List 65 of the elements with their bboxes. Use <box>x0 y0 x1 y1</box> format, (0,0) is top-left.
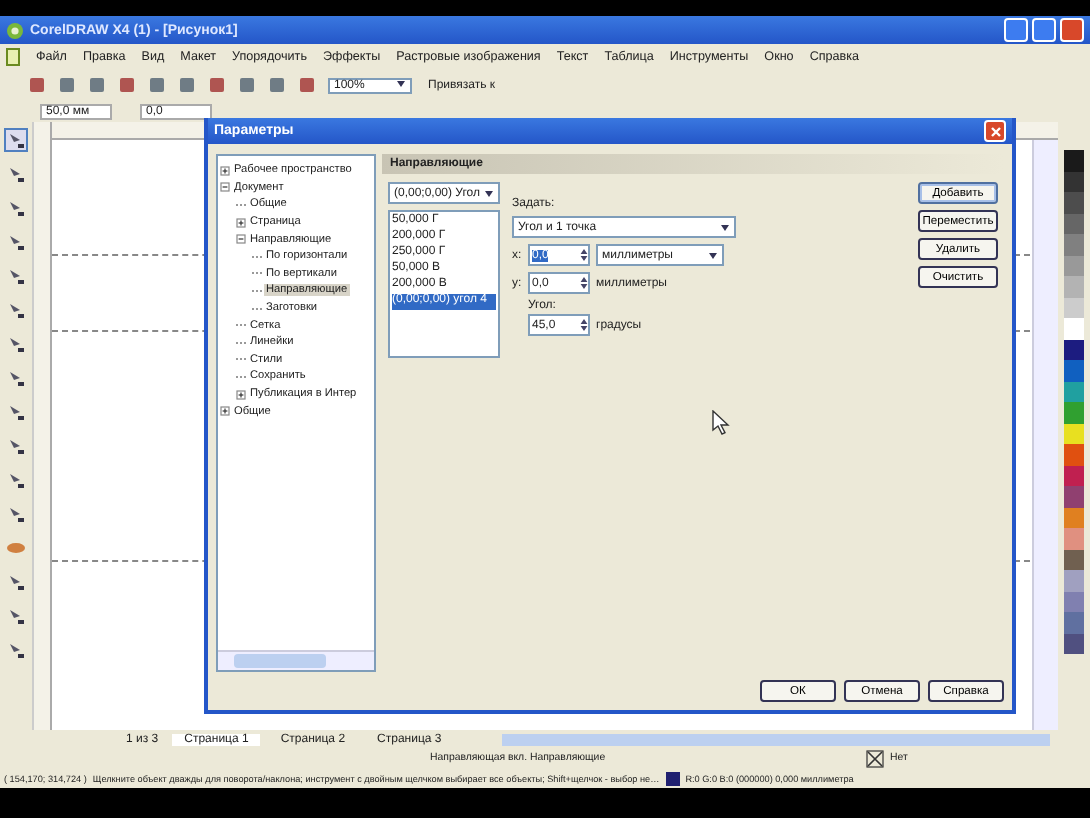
color-swatch[interactable] <box>1064 444 1084 465</box>
tool-icon[interactable] <box>6 130 26 150</box>
minimize-button[interactable] <box>1004 18 1028 42</box>
tool-icon[interactable] <box>6 266 26 286</box>
tool-icon[interactable] <box>6 198 26 218</box>
fill-icon <box>866 749 884 767</box>
color-swatch[interactable] <box>1064 633 1084 654</box>
close-button[interactable] <box>984 120 1006 142</box>
color-swatch[interactable] <box>1064 213 1084 234</box>
tool-icon[interactable] <box>6 606 26 626</box>
close-icon <box>989 125 1001 137</box>
color-swatch[interactable] <box>1064 570 1084 591</box>
color-swatch[interactable] <box>1064 339 1084 360</box>
color-swatch[interactable] <box>1064 381 1084 402</box>
color-swatch[interactable] <box>1064 192 1084 213</box>
tool-icon[interactable] <box>6 368 26 388</box>
caret-icon <box>720 223 730 231</box>
scroll-bar[interactable] <box>501 733 1050 745</box>
color-swatch[interactable] <box>1064 591 1084 612</box>
tool-icon[interactable] <box>6 572 26 592</box>
tool-icon[interactable] <box>6 436 26 456</box>
maximize-button[interactable] <box>1032 18 1056 42</box>
color-swatch[interactable] <box>1064 486 1084 507</box>
spin-arrows-icon <box>580 276 588 290</box>
tool-icon[interactable] <box>6 164 26 184</box>
spin-arrows-icon <box>580 318 588 332</box>
color-swatch[interactable] <box>1064 318 1084 339</box>
tool-icon[interactable] <box>6 334 26 354</box>
cursor-icon <box>712 410 730 436</box>
color-swatch[interactable] <box>1064 402 1084 423</box>
caret-icon <box>484 189 494 197</box>
tool-icon[interactable] <box>6 504 26 524</box>
color-swatch[interactable] <box>1064 276 1084 297</box>
expand-icon[interactable] <box>236 217 246 228</box>
scroll-bar[interactable] <box>218 650 374 670</box>
tool-icon[interactable] <box>6 640 26 660</box>
scroll-bar[interactable] <box>1032 140 1058 730</box>
color-swatch[interactable] <box>1064 549 1084 570</box>
tool-icon[interactable] <box>6 232 26 252</box>
color-swatch[interactable] <box>1064 465 1084 486</box>
color-swatch[interactable] <box>1064 360 1084 381</box>
expand-icon[interactable] <box>236 389 246 400</box>
color-swatch[interactable] <box>1064 423 1084 444</box>
tool-icon[interactable] <box>6 402 26 422</box>
caret-icon <box>708 251 718 259</box>
outline-color-swatch <box>665 771 680 785</box>
color-swatch[interactable] <box>1064 255 1084 276</box>
expand-icon[interactable] <box>220 406 230 417</box>
color-swatch[interactable] <box>1064 150 1084 171</box>
tool-icon[interactable] <box>6 300 26 320</box>
close-button[interactable] <box>1060 18 1084 42</box>
collapse-icon[interactable] <box>236 234 246 245</box>
color-swatch[interactable] <box>1064 297 1084 318</box>
expand-icon[interactable] <box>220 165 230 176</box>
color-swatch[interactable] <box>1064 612 1084 633</box>
app-icon <box>6 21 24 39</box>
spin-arrows-icon <box>580 248 588 262</box>
color-swatch[interactable] <box>1064 171 1084 192</box>
color-swatch[interactable] <box>1064 234 1084 255</box>
caret-icon <box>396 79 406 87</box>
tool-icon[interactable] <box>6 470 26 490</box>
collapse-icon[interactable] <box>220 182 230 193</box>
color-swatch[interactable] <box>1064 528 1084 549</box>
document-icon <box>6 48 20 66</box>
color-swatch[interactable] <box>1064 507 1084 528</box>
